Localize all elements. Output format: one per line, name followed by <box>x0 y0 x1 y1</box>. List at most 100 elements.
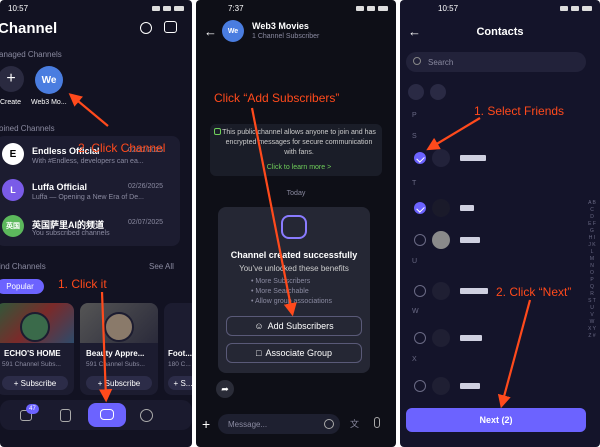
status-bar: 10:57 <box>400 0 600 16</box>
add-user-icon: ☺ <box>254 321 264 331</box>
created-title: Channel created successfully <box>230 250 358 260</box>
card-avatar <box>104 312 134 342</box>
contacts-icon[interactable] <box>60 409 71 422</box>
web3-channel-avatar[interactable]: We <box>35 66 63 94</box>
subscribe-button[interactable]: + Subscribe <box>86 376 152 390</box>
section-letter: P <box>412 112 417 119</box>
status-icons <box>356 5 388 11</box>
status-time: 7:37 <box>228 3 244 13</box>
annotation-click-next: 2. Click “Next” <box>496 285 572 299</box>
next-button[interactable]: Next (2) <box>406 408 586 432</box>
contact-checkbox[interactable] <box>414 234 426 246</box>
search-input[interactable]: Search <box>406 52 586 72</box>
new-chat-icon[interactable] <box>164 21 177 33</box>
selected-contact-chip[interactable] <box>430 84 446 100</box>
message-input[interactable]: Message... <box>218 414 340 434</box>
web3-channel-label: Web3 Mo... <box>31 99 67 106</box>
channel-name[interactable]: Luffa Official <box>32 182 87 192</box>
create-label: Create <box>0 99 22 106</box>
card-name: Beauty Appre... <box>86 349 145 358</box>
managed-channels-heading: anaged Channels <box>0 50 62 59</box>
date-separator: Today <box>286 190 306 197</box>
contact-name-redacted <box>460 383 480 389</box>
selected-contact-chip[interactable] <box>408 84 424 100</box>
see-all-link[interactable]: See All <box>149 262 174 271</box>
contact-name-redacted <box>460 237 480 243</box>
status-time: 10:57 <box>8 3 29 13</box>
annotation-add-subscribers: Click “Add Subscribers” <box>214 91 340 105</box>
add-subscribers-button[interactable]: ☺ Add Subscribers <box>226 316 362 336</box>
contact-name-redacted <box>460 155 486 161</box>
section-letter: X <box>412 356 417 363</box>
contact-name-redacted <box>460 335 482 341</box>
section-letter: S <box>412 133 417 140</box>
profile-icon[interactable] <box>140 409 153 422</box>
channel-subtitle: 1 Channel Subscriber <box>252 33 320 40</box>
plus-icon[interactable]: + <box>202 416 210 432</box>
contact-avatar <box>432 149 450 167</box>
channel-title: Web3 Movies <box>252 21 309 31</box>
joined-channels-heading: oined Channels <box>0 124 55 133</box>
find-channels-heading: ind Channels <box>0 262 46 271</box>
contacts-screen: 10:57 ← Contacts Search P S T U W X A B … <box>400 0 600 447</box>
associate-group-button[interactable]: □ Associate Group <box>226 343 362 363</box>
section-letter: T <box>412 180 417 187</box>
channel-preview: You subscribed channels <box>32 230 110 237</box>
benefit-text: More Searchable <box>255 288 309 295</box>
contact-checkbox[interactable] <box>414 202 426 214</box>
contact-name-redacted <box>460 205 474 211</box>
channel-chat-screen: 7:37 ← We Web3 Movies 1 Channel Subscrib… <box>196 0 396 447</box>
unread-badge: 47 <box>26 404 39 414</box>
status-bar: 10:57 <box>0 0 192 16</box>
benefit-text: Allow group associations <box>255 298 333 305</box>
benefit-item: • Allow group associations <box>251 298 333 305</box>
popular-tab[interactable]: Popular <box>0 279 44 294</box>
notice-text: This public channel allows anyone to joi… <box>222 129 376 156</box>
associate-group-label: Associate Group <box>265 348 332 358</box>
unlocked-text: You've unlocked these benefits <box>239 264 349 273</box>
contact-checkbox[interactable] <box>414 285 426 297</box>
subscribe-button[interactable]: + Subscribe <box>2 376 68 390</box>
robot-icon <box>281 215 307 239</box>
status-time: 10:57 <box>438 3 459 13</box>
search-icon <box>413 57 421 65</box>
status-icons <box>152 5 184 11</box>
contact-avatar <box>432 329 450 347</box>
translate-icon[interactable]: 文 <box>350 417 359 430</box>
emoji-icon[interactable] <box>324 419 334 429</box>
microphone-icon[interactable] <box>374 417 380 428</box>
alphabet-index[interactable]: A B C D E F G H I J K L M N O P Q R S T … <box>588 200 596 340</box>
back-arrow-icon[interactable]: ← <box>204 24 217 39</box>
status-bar: 7:37 <box>196 0 396 16</box>
channel-icon <box>100 409 114 420</box>
create-channel-button[interactable]: + <box>0 66 24 92</box>
contact-checkbox[interactable] <box>414 380 426 392</box>
add-subscribers-label: Add Subscribers <box>267 321 334 331</box>
annotation-select-friends: 1. Select Friends <box>474 104 565 118</box>
contact-avatar <box>432 199 450 217</box>
card-name: Foot... <box>168 349 192 358</box>
screenshot-collage: 10:57 Channel anaged Channels + Create W… <box>0 0 600 447</box>
card-name: ECHO'S HOME <box>4 349 61 358</box>
contact-avatar <box>432 231 450 249</box>
share-icon[interactable]: ➦ <box>216 380 234 398</box>
contact-checkbox[interactable] <box>414 332 426 344</box>
card-subs: 591 Channel Subs... <box>2 361 61 368</box>
contact-checkbox[interactable] <box>414 152 426 164</box>
channel-preview: Luffa — Opening a New Era of De... <box>32 194 144 201</box>
luffa-avatar: L <box>2 179 24 201</box>
status-icons <box>560 5 592 11</box>
compass-icon[interactable] <box>140 22 152 34</box>
channel-date: 02/26/2025 <box>128 183 164 190</box>
benefit-text: More Subscribers <box>255 278 311 285</box>
group-icon: □ <box>256 348 262 358</box>
benefit-item: • More Searchable <box>251 288 309 295</box>
section-letter: W <box>412 308 419 315</box>
page-title: Channel <box>0 20 58 37</box>
subscribe-button[interactable]: + S... <box>168 376 192 390</box>
learn-more-link[interactable]: Click to learn more > <box>220 164 378 171</box>
uk-channel-avatar: 英国 <box>2 215 24 237</box>
annotation-click-channel: 2. Click Channel <box>78 141 166 155</box>
contact-avatar <box>432 377 450 395</box>
contact-avatar <box>432 282 450 300</box>
